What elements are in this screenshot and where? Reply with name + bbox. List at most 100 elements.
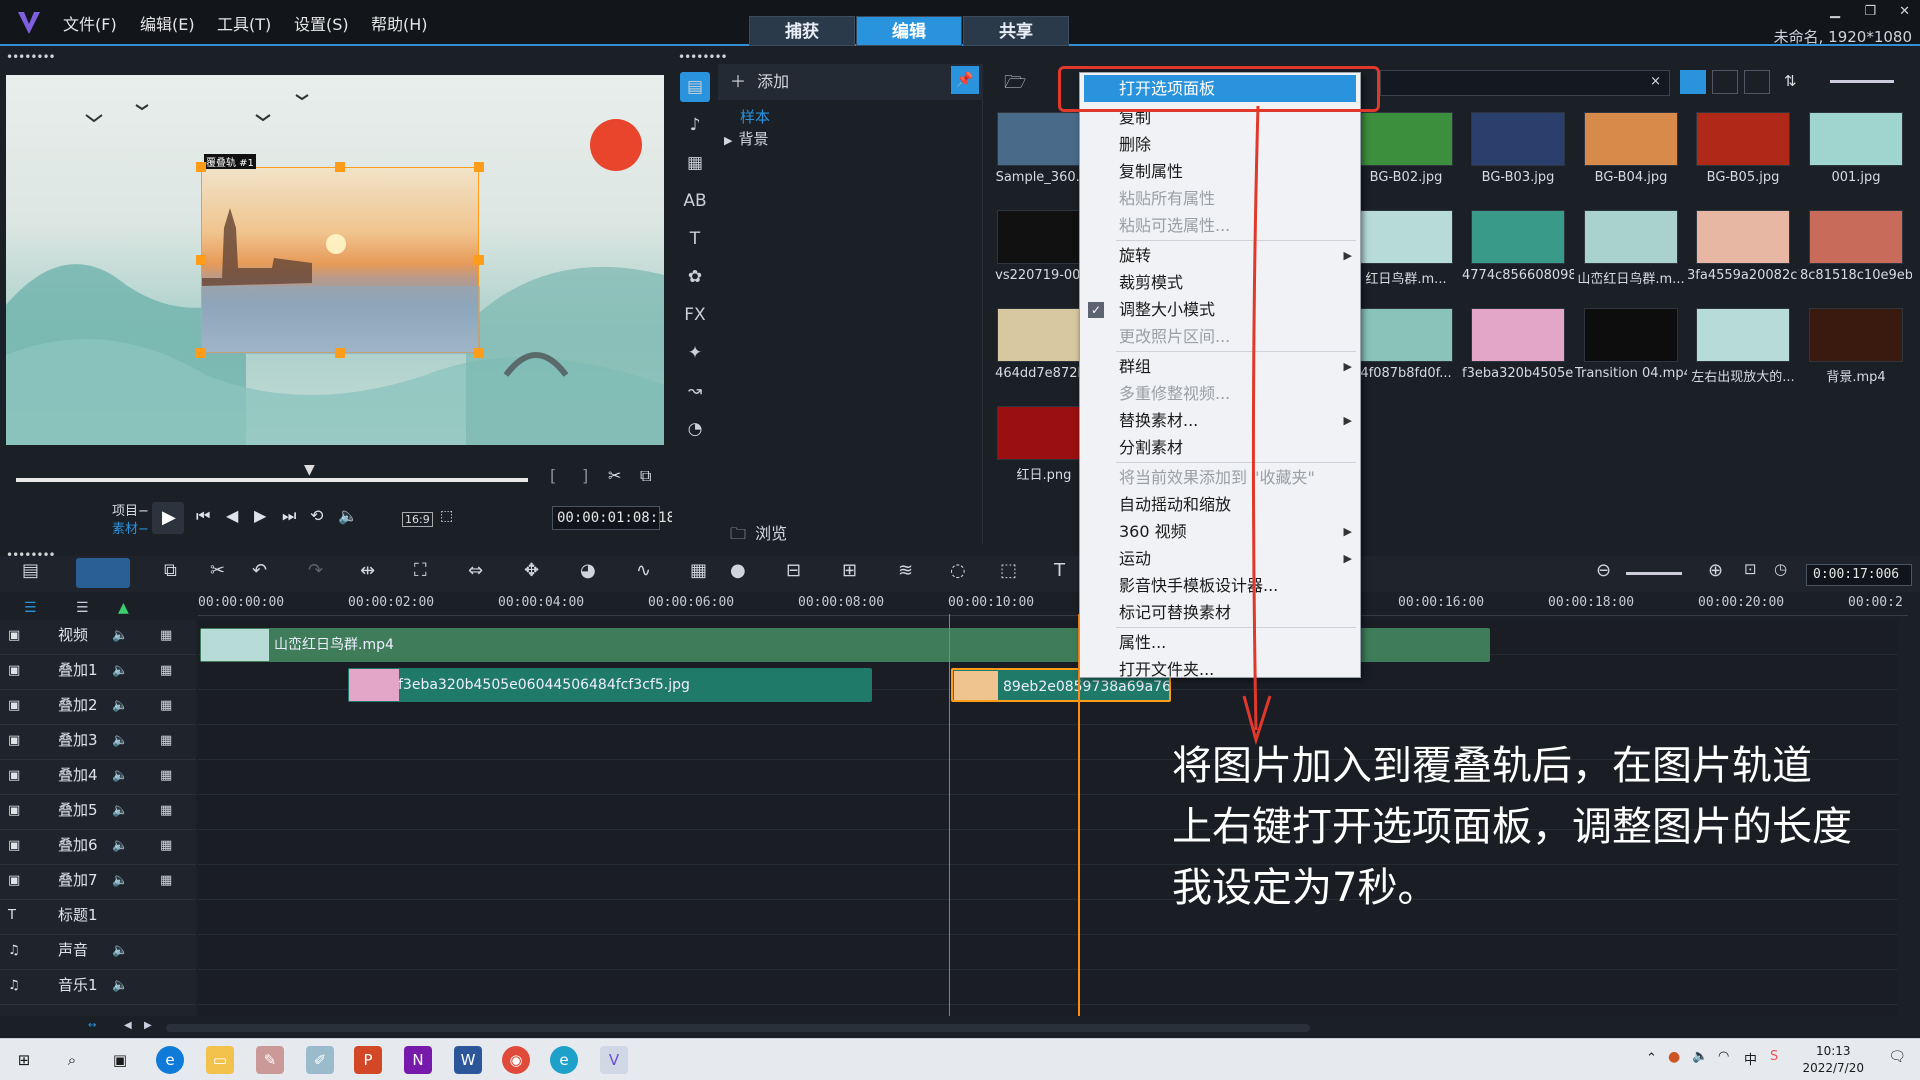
resize-handle[interactable] xyxy=(474,162,484,172)
menu-help[interactable]: 帮助(H) xyxy=(371,11,428,35)
close-icon[interactable]: ✕ xyxy=(1899,4,1910,19)
search-clear-icon[interactable]: × xyxy=(1650,74,1661,89)
media-category-icon[interactable]: ▤ xyxy=(680,72,710,102)
track-visibility-icon[interactable]: ▦ xyxy=(160,838,172,853)
split-clip-icon[interactable]: ✂ xyxy=(608,466,621,485)
browser-icon[interactable]: e xyxy=(550,1046,578,1074)
resize-handle[interactable] xyxy=(196,162,206,172)
context-menu-item[interactable]: 影音快手模板设计器... xyxy=(1080,572,1360,599)
search-input[interactable]: × xyxy=(1380,70,1670,96)
path-icon[interactable]: ↝ xyxy=(680,376,710,406)
menu-settings[interactable]: 设置(S) xyxy=(294,11,349,35)
context-menu-item[interactable]: 替换素材... ▶ xyxy=(1080,407,1360,434)
track-visibility-icon[interactable]: ▦ xyxy=(160,663,172,678)
track-lane[interactable] xyxy=(198,970,1898,1005)
media-thumbnail[interactable]: f3eba320b4505e... xyxy=(1462,308,1574,400)
edge-icon[interactable]: e xyxy=(156,1046,184,1074)
tab-capture[interactable]: 捕获 xyxy=(749,16,855,46)
powerpoint-icon[interactable]: P xyxy=(354,1046,382,1074)
context-menu-item[interactable]: 打开文件夹... xyxy=(1080,656,1360,683)
media-thumbnail[interactable]: BG-B03.jpg xyxy=(1462,112,1574,204)
redo-icon[interactable]: ↷ xyxy=(308,560,323,581)
zoom-in-icon[interactable]: ⊕ xyxy=(1708,560,1723,581)
rotate-icon[interactable]: ◌ xyxy=(950,560,966,581)
menu-edit[interactable]: 编辑(E) xyxy=(140,11,195,35)
task-view-icon[interactable]: ▣ xyxy=(106,1046,134,1074)
view-grid-icon[interactable] xyxy=(1744,70,1770,94)
resize-handle[interactable] xyxy=(474,348,484,358)
context-menu-item[interactable]: 自动摇动和缩放 xyxy=(1080,491,1360,518)
context-menu-item[interactable]: 复制属性 xyxy=(1080,158,1360,185)
context-menu-item[interactable]: 分割素材 xyxy=(1080,434,1360,461)
media-thumbnail[interactable]: 背景.mp4 xyxy=(1800,308,1912,400)
track-visibility-icon[interactable]: ▦ xyxy=(160,803,172,818)
resize-handle[interactable] xyxy=(196,348,206,358)
media-thumbnail[interactable]: 左右出现放大的... xyxy=(1687,308,1799,400)
enlarge-preview-icon[interactable]: ⧉ xyxy=(640,466,651,486)
tools-icon[interactable]: ✂ xyxy=(210,560,225,581)
end-icon[interactable]: ⏭ xyxy=(282,506,296,526)
panel-grip[interactable]: •••••••• xyxy=(678,50,728,64)
tray-app-icon[interactable]: ● xyxy=(1668,1049,1680,1065)
track-visibility-icon[interactable]: ▦ xyxy=(160,733,172,748)
color-icon[interactable]: ◕ xyxy=(580,560,596,581)
track-manager-icon[interactable]: ⧉ xyxy=(164,560,177,581)
scrub-bar[interactable] xyxy=(16,478,528,482)
track-lane[interactable] xyxy=(198,935,1898,970)
track-header[interactable]: ♫ 音乐1 🔈 xyxy=(0,970,196,1005)
clip-mode-label[interactable]: 素材− xyxy=(112,518,149,537)
media-thumbnail[interactable]: 红日鸟群.m... xyxy=(1350,210,1462,302)
mask-icon[interactable]: ⬚ xyxy=(1000,560,1017,581)
track-options-icon[interactable]: ☰ xyxy=(76,600,89,616)
context-menu-item[interactable]: 调整大小模式 ✓ xyxy=(1080,296,1360,323)
storyboard-view-icon[interactable]: ▤ xyxy=(22,560,39,581)
effects-icon[interactable]: ✦ xyxy=(680,338,710,368)
sogou-icon[interactable]: S xyxy=(1770,1049,1778,1064)
track-header[interactable]: ▣ 叠加7 🔈 ▦ xyxy=(0,865,196,900)
motion-icon[interactable]: ✥ xyxy=(524,560,539,581)
file-explorer-icon[interactable]: ▭ xyxy=(206,1046,234,1074)
paint-icon[interactable]: ✎ xyxy=(256,1046,284,1074)
media-thumbnail[interactable]: 001.jpg xyxy=(1800,112,1912,204)
panel-grip[interactable]: •••••••• xyxy=(6,50,56,64)
track-mute-icon[interactable]: 🔈 xyxy=(112,943,128,958)
media-thumbnail[interactable]: BG-B02.jpg xyxy=(1350,112,1462,204)
view-large-icon[interactable] xyxy=(1680,70,1706,94)
track-visibility-icon[interactable]: ▦ xyxy=(160,628,172,643)
menu-file[interactable]: 文件(F) xyxy=(63,11,117,35)
subtitle-icon[interactable]: ⊟ xyxy=(786,560,801,581)
ripple-edit-icon[interactable]: ▲ xyxy=(118,600,129,616)
context-menu-item[interactable]: 旋转 ▶ xyxy=(1080,242,1360,269)
title-icon[interactable]: T xyxy=(680,224,710,254)
resize-handle[interactable] xyxy=(196,255,206,265)
timeline-view-button[interactable] xyxy=(76,558,130,588)
tab-edit[interactable]: 编辑 xyxy=(856,16,962,46)
notification-icon[interactable]: 🗨 xyxy=(1888,1049,1906,1065)
context-menu-item[interactable]: 360 视频 ▶ xyxy=(1080,518,1360,545)
timeline-scrollbar[interactable] xyxy=(166,1024,1310,1032)
speed-icon[interactable]: ◔ xyxy=(680,414,710,444)
track-mute-icon[interactable]: 🔈 xyxy=(112,768,128,783)
media-thumbnail[interactable]: 3fa4559a20082c1... xyxy=(1687,210,1799,302)
track-list-icon[interactable]: ☰ xyxy=(24,600,37,616)
scrub-handle-icon[interactable]: ▼ xyxy=(304,462,315,478)
prev-frame-icon[interactable]: ◀ xyxy=(226,506,238,525)
track-mute-icon[interactable]: 🔈 xyxy=(112,698,128,713)
onenote-icon[interactable]: N xyxy=(404,1046,432,1074)
track-mute-icon[interactable]: 🔈 xyxy=(112,978,128,993)
overlay-clip-a[interactable]: f3eba320b4505e06044506484fcf3cf5.jpg xyxy=(348,668,872,702)
blend-icon[interactable]: ● xyxy=(730,560,746,581)
word-icon[interactable]: W xyxy=(454,1046,482,1074)
media-thumbnail[interactable]: BG-B04.jpg xyxy=(1575,112,1687,204)
project-mode-label[interactable]: 项目− xyxy=(112,500,149,519)
zoom-slider[interactable] xyxy=(1626,572,1682,575)
track-header[interactable]: ▣ 叠加5 🔈 ▦ xyxy=(0,795,196,830)
graphics-icon[interactable]: ✿ xyxy=(680,262,710,292)
filter-icon[interactable]: FX xyxy=(680,300,710,330)
transition-icon[interactable]: AB xyxy=(680,186,710,216)
volume-icon[interactable]: 🔈 xyxy=(338,506,358,525)
resize-handle[interactable] xyxy=(474,255,484,265)
fit-icon[interactable]: ⇹ xyxy=(360,560,375,581)
context-menu-item[interactable]: 裁剪模式 xyxy=(1080,269,1360,296)
scroll-tools-icon[interactable]: ↔ xyxy=(88,1020,96,1031)
